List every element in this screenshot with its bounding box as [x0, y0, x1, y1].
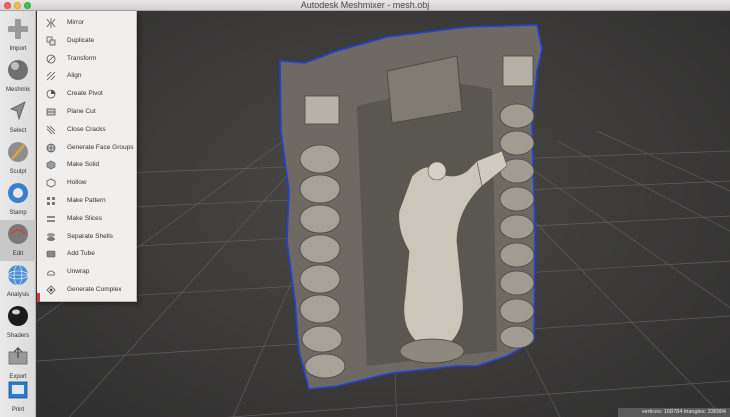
menu-item-close-cracks[interactable]: Close Cracks	[37, 121, 137, 139]
duplicate-icon	[46, 36, 56, 46]
sphere-icon	[8, 60, 28, 80]
analysis-button[interactable]: Analysis	[0, 261, 36, 302]
print-button[interactable]: Print	[0, 376, 36, 417]
slices-icon	[47, 215, 55, 222]
menu-item-make-pattern[interactable]: Make Pattern	[37, 192, 137, 210]
select-label: Select	[9, 128, 27, 134]
stamp-icon	[8, 183, 28, 203]
printer-icon	[8, 381, 28, 399]
plus-icon	[8, 19, 28, 39]
menu-item-add-tube[interactable]: Add Tube	[37, 245, 137, 263]
menu-accent-marker	[37, 293, 40, 302]
pivot-icon	[46, 89, 56, 99]
meshmix-button[interactable]: Meshmix	[0, 56, 36, 97]
mirror-icon	[46, 18, 56, 28]
menu-item-make-slices[interactable]: Make Slices	[37, 210, 137, 228]
menu-item-transform[interactable]: Transform	[37, 50, 137, 68]
pattern-icon	[47, 197, 55, 205]
menu-item-align[interactable]: Align	[37, 67, 137, 85]
close-cracks-icon	[46, 125, 56, 135]
3d-viewport[interactable]	[37, 11, 730, 417]
status-bar: vertices: 168784 triangles: 336904	[618, 408, 730, 417]
edit-button[interactable]: Edit	[0, 220, 36, 261]
import-label: Import	[9, 46, 27, 52]
mesh-model	[279, 24, 543, 390]
unwrap-icon	[46, 270, 56, 276]
print-label: Print	[11, 407, 25, 413]
align-icon	[46, 72, 56, 81]
ground-grid	[37, 24, 730, 417]
complex-icon	[46, 285, 56, 295]
stamp-label: Stamp	[9, 210, 27, 216]
hollow-icon	[46, 178, 56, 188]
title-bar: Autodesk Meshmixer - mesh.obj	[0, 0, 730, 11]
shader-sphere-icon	[8, 306, 28, 326]
edit-label: Edit	[12, 251, 24, 257]
export-icon	[8, 347, 28, 365]
menu-item-hollow[interactable]: Hollow	[37, 174, 137, 192]
face-groups-icon	[46, 143, 56, 152]
wire-sphere-icon	[7, 264, 29, 286]
window-title: Autodesk Meshmixer - mesh.obj	[300, 0, 430, 10]
analysis-label: Analysis	[6, 292, 30, 298]
menu-item-unwrap[interactable]: Unwrap	[37, 263, 137, 281]
menu-item-duplicate[interactable]: Duplicate	[37, 32, 137, 50]
brush-icon	[8, 142, 28, 162]
edit-menu-panel: Mirror Duplicate Transform Align Create …	[37, 11, 137, 302]
shells-icon	[47, 232, 55, 241]
menu-item-plane-cut[interactable]: Plane Cut	[37, 103, 137, 121]
tube-icon	[46, 251, 56, 258]
menu-item-generate-face-groups[interactable]: Generate Face Groups	[37, 139, 137, 157]
menu-item-mirror[interactable]: Mirror	[37, 14, 137, 32]
menu-item-create-pivot[interactable]: Create Pivot	[37, 85, 137, 103]
edit-sphere-icon	[8, 224, 28, 244]
plane-cut-icon	[46, 108, 56, 116]
transform-icon	[46, 54, 56, 63]
main-toolbar: Import Meshmix Select Sculpt Stamp Edit	[0, 11, 36, 417]
import-button[interactable]: Import	[0, 15, 36, 56]
stamp-button[interactable]: Stamp	[0, 179, 36, 220]
sculpt-label: Sculpt	[9, 169, 27, 175]
menu-item-make-solid[interactable]: Make Solid	[37, 156, 137, 174]
shaders-label: Shaders	[6, 333, 30, 339]
make-solid-icon	[46, 161, 56, 170]
menu-item-generate-complex[interactable]: Generate Complex	[37, 281, 137, 299]
menu-item-separate-shells[interactable]: Separate Shells	[37, 228, 137, 246]
select-button[interactable]: Select	[0, 97, 36, 138]
arrow-cursor-icon	[9, 101, 26, 121]
sculpt-button[interactable]: Sculpt	[0, 138, 36, 179]
meshmix-label: Meshmix	[5, 87, 30, 93]
shaders-button[interactable]: Shaders	[0, 302, 36, 343]
